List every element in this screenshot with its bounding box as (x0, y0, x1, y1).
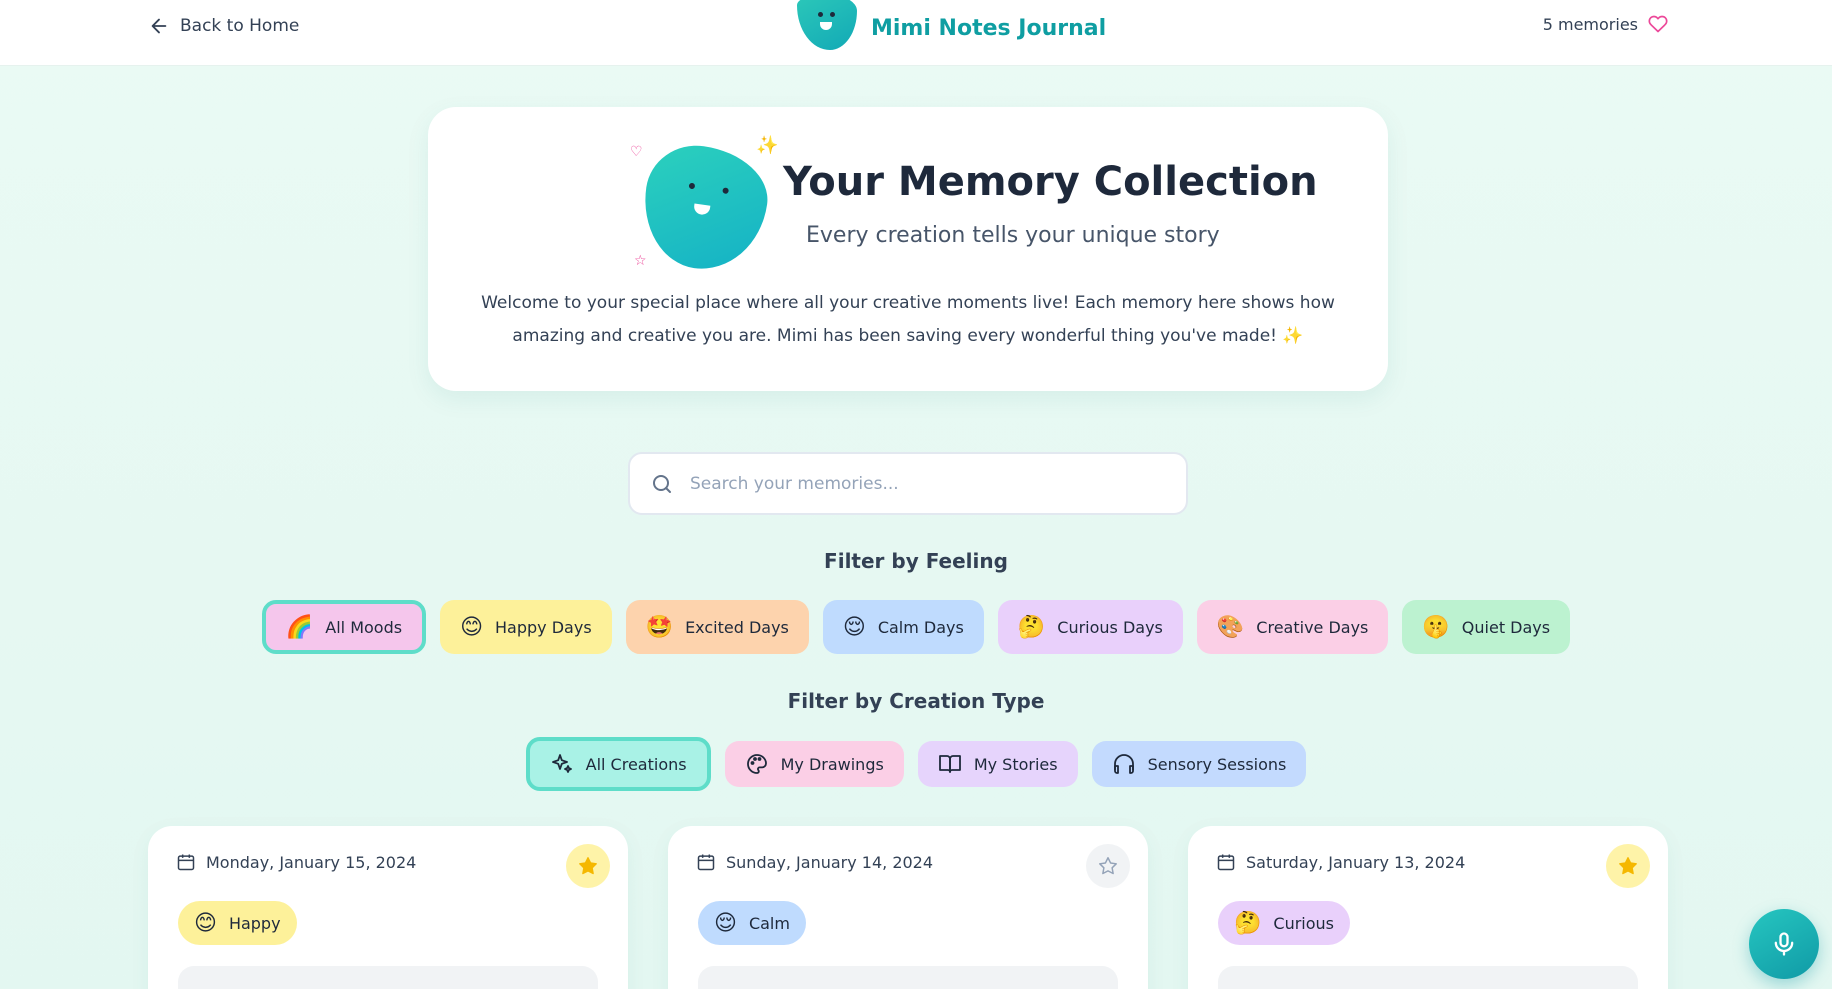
chip-label: My Stories (973, 754, 1058, 774)
favorite-button[interactable] (1086, 844, 1130, 888)
hero-description: Welcome to your special place where all … (481, 293, 1335, 346)
chip-label: Excited Days (685, 617, 789, 637)
search-box[interactable] (628, 452, 1188, 515)
calendar-icon (177, 854, 195, 871)
type-chip-drawings[interactable]: My Drawings (724, 741, 904, 787)
memory-card[interactable]: Sunday, January 14, 2024 😌 Calm (668, 826, 1148, 989)
sparkles-icon: ✨ (756, 135, 779, 156)
relieved-face-icon: 😌 (842, 614, 866, 640)
mood-chip-creative[interactable]: 🎨 Creative Days (1196, 600, 1389, 654)
smile-icon: 😊 (460, 614, 484, 640)
star-sparkle-icon: ☆ (634, 253, 647, 269)
chip-label: My Drawings (780, 754, 884, 774)
chip-label: All Creations (585, 754, 687, 774)
mood-chip-excited[interactable]: 🤩 Excited Days (625, 600, 809, 654)
calendar-icon (1217, 854, 1235, 871)
star-outline-icon (1099, 857, 1117, 875)
card-content-preview (698, 966, 1118, 989)
memory-count-label: 5 memories (1542, 14, 1638, 34)
sparkles-icon (551, 754, 572, 773)
card-date-label: Monday, January 15, 2024 (206, 852, 417, 872)
arrow-left-icon (151, 18, 167, 34)
mood-chip-calm[interactable]: 😌 Calm Days (822, 600, 984, 654)
mood-badge: 😊 Happy (178, 901, 297, 945)
star-eyes-icon: 🤩 (645, 614, 674, 640)
type-chip-all[interactable]: All Creations (525, 737, 711, 791)
mood-chip-curious[interactable]: 🤔 Curious Days (997, 600, 1183, 654)
mimi-mascot (636, 139, 774, 277)
book-icon (938, 755, 961, 773)
heart-icon (1648, 15, 1668, 33)
memory-count: 5 memories (1543, 14, 1668, 34)
palette-icon (746, 754, 767, 774)
favorite-button[interactable] (1606, 844, 1650, 888)
card-date: Sunday, January 14, 2024 (696, 852, 933, 872)
search-input[interactable] (690, 473, 1170, 494)
chip-label: Happy Days (495, 617, 592, 637)
card-date: Monday, January 15, 2024 (176, 852, 416, 872)
mood-filter-title: Filter by Feeling (824, 549, 1008, 573)
mood-label: Calm (748, 913, 790, 933)
memory-card[interactable]: Monday, January 15, 2024 😊 Happy (148, 826, 628, 989)
heart-sparkle-icon: ♡ (630, 144, 643, 160)
mood-filter-chips: 🌈 All Moods 😊 Happy Days 🤩 Excited Days … (0, 600, 1832, 654)
mood-label: Happy (228, 913, 281, 933)
palette-emoji-icon: 🎨 (1216, 614, 1245, 640)
back-to-home-link[interactable]: Back to Home (148, 14, 299, 38)
card-date-label: Sunday, January 14, 2024 (726, 852, 934, 872)
rainbow-icon: 🌈 (285, 614, 314, 640)
memory-card[interactable]: Saturday, January 13, 2024 🤔 Curious (1188, 826, 1668, 989)
brand[interactable]: Mimi Notes Journal (797, 0, 1106, 56)
search-icon (653, 474, 671, 493)
type-chip-stories[interactable]: My Stories (917, 741, 1078, 787)
star-filled-icon (579, 857, 597, 875)
headphones-icon (1113, 754, 1134, 774)
voice-record-button[interactable] (1749, 909, 1819, 979)
card-content-preview (1218, 966, 1638, 989)
chip-label: Calm Days (877, 617, 964, 637)
type-filter-chips: All Creations My Drawings My Stories Sen… (0, 737, 1832, 791)
type-chip-sensory[interactable]: Sensory Sessions (1091, 741, 1307, 787)
page-title: Your Memory Collection (783, 159, 1318, 205)
calendar-icon (697, 854, 715, 871)
relieved-face-icon: 😌 (714, 910, 737, 936)
mimi-logo (797, 0, 857, 50)
chip-label: Curious Days (1057, 617, 1163, 637)
back-label: Back to Home (180, 16, 300, 36)
mood-badge: 😌 Calm (698, 901, 806, 945)
type-filter-title: Filter by Creation Type (787, 689, 1045, 713)
mood-chip-happy[interactable]: 😊 Happy Days (440, 600, 612, 654)
page-subtitle: Every creation tells your unique story (806, 223, 1220, 248)
card-content-preview (178, 966, 598, 989)
chip-label: Creative Days (1256, 617, 1369, 637)
top-bar: Back to Home Mimi Notes Journal 5 memori… (0, 0, 1832, 66)
chip-label: All Moods (325, 617, 403, 637)
thinking-face-icon: 🤔 (1017, 614, 1046, 640)
star-filled-icon (1619, 857, 1637, 875)
mood-label: Curious (1273, 913, 1335, 933)
brand-name: Mimi Notes Journal (871, 15, 1107, 41)
card-date-label: Saturday, January 13, 2024 (1246, 852, 1466, 872)
thinking-face-icon: 🤔 (1234, 910, 1262, 936)
mood-chip-all[interactable]: 🌈 All Moods (261, 600, 427, 654)
smile-icon: 😊 (194, 910, 217, 936)
favorite-button[interactable] (566, 844, 610, 888)
hero-card: ♡ ✨ ☆ Your Memory Collection Every creat… (428, 107, 1388, 391)
shushing-face-icon: 🤫 (1422, 614, 1450, 640)
chip-label: Sensory Sessions (1147, 754, 1287, 774)
mood-chip-quiet[interactable]: 🤫 Quiet Days (1402, 600, 1571, 654)
microphone-icon (1774, 932, 1794, 956)
chip-label: Quiet Days (1461, 617, 1551, 637)
mood-badge: 🤔 Curious (1218, 901, 1351, 945)
card-date: Saturday, January 13, 2024 (1216, 852, 1465, 872)
